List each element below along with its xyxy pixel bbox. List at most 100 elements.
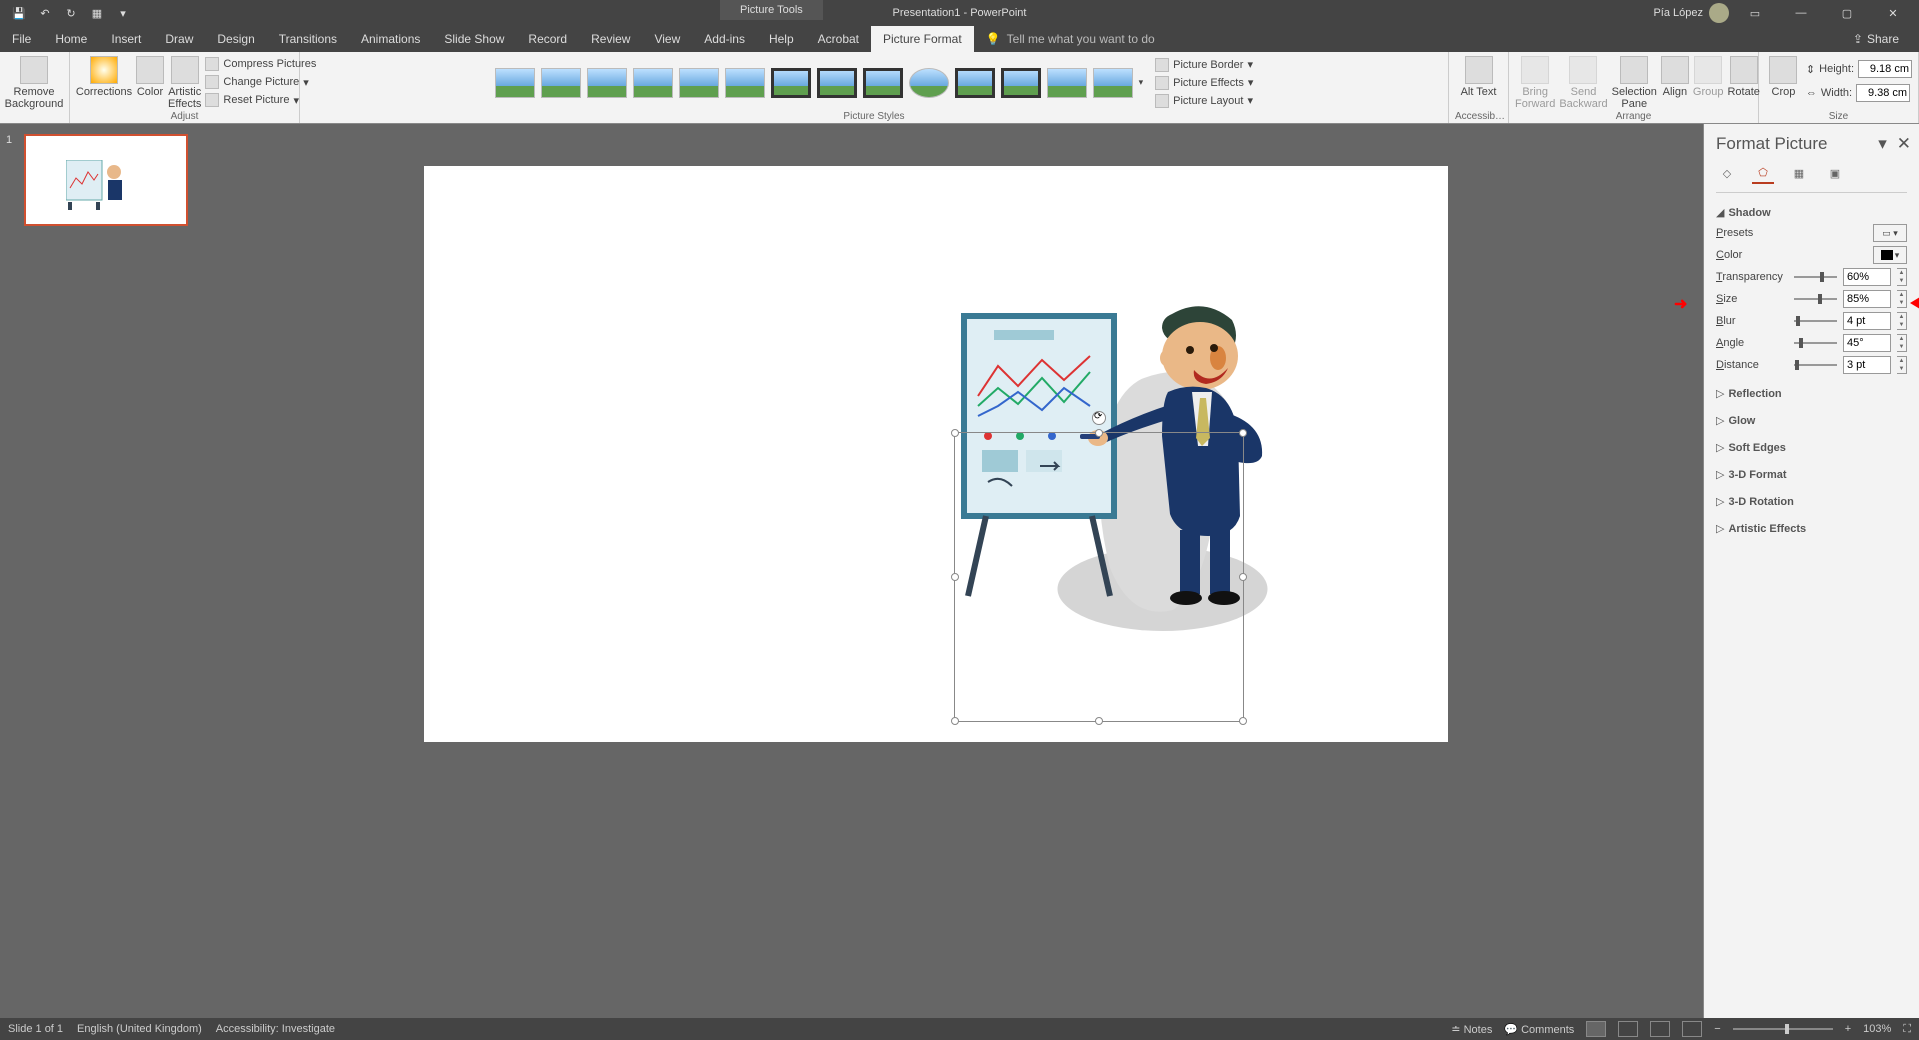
- zoom-slider[interactable]: [1733, 1028, 1833, 1030]
- redo-icon[interactable]: ↻: [60, 2, 82, 24]
- remove-background-button[interactable]: Remove Background: [6, 54, 62, 110]
- language-indicator[interactable]: English (United Kingdom): [77, 1023, 202, 1035]
- picture-style-14[interactable]: [1093, 68, 1133, 98]
- picture-style-4[interactable]: [633, 68, 673, 98]
- slide-indicator[interactable]: Slide 1 of 1: [8, 1023, 63, 1035]
- picture-effects-button[interactable]: Picture Effects ▾: [1155, 75, 1253, 91]
- shadow-color-dropdown[interactable]: ▾: [1873, 246, 1907, 264]
- handle-tl[interactable]: [951, 429, 959, 437]
- qat-more-icon[interactable]: ▾: [112, 2, 134, 24]
- artistic-effects-section-header[interactable]: ▷ Artistic Effects: [1716, 519, 1907, 538]
- handle-ml[interactable]: [951, 573, 959, 581]
- tab-animations[interactable]: Animations: [349, 26, 432, 52]
- user-avatar[interactable]: [1709, 3, 1729, 23]
- rotate-handle[interactable]: [1092, 411, 1106, 425]
- slide-thumbnail-1[interactable]: [24, 134, 188, 226]
- glow-section-header[interactable]: ▷ Glow: [1716, 411, 1907, 430]
- slide[interactable]: [424, 166, 1448, 742]
- handle-bc[interactable]: [1095, 717, 1103, 725]
- size-input[interactable]: [1843, 290, 1891, 308]
- crop-button[interactable]: Crop: [1765, 54, 1802, 98]
- styles-more-button[interactable]: ▾: [1139, 77, 1144, 88]
- size-spinner[interactable]: ▲▼: [1897, 290, 1907, 308]
- tab-home[interactable]: Home: [43, 26, 99, 52]
- zoom-out-button[interactable]: −: [1714, 1023, 1720, 1035]
- size-properties-tab-icon[interactable]: ▦: [1788, 162, 1810, 184]
- slideshow-view-button[interactable]: [1682, 1021, 1702, 1037]
- transparency-input[interactable]: [1843, 268, 1891, 286]
- close-icon[interactable]: ✕: [1873, 1, 1913, 25]
- tab-picture-format[interactable]: Picture Format: [871, 26, 974, 52]
- picture-style-11[interactable]: [955, 68, 995, 98]
- slide-thumbnail-panel[interactable]: 1: [0, 124, 200, 1018]
- send-backward-button[interactable]: Send Backward: [1559, 54, 1607, 110]
- distance-slider[interactable]: [1794, 364, 1837, 366]
- handle-tc[interactable]: [1095, 429, 1103, 437]
- picture-layout-button[interactable]: Picture Layout ▾: [1155, 93, 1253, 109]
- picture-style-12[interactable]: [1001, 68, 1041, 98]
- picture-style-8[interactable]: [817, 68, 857, 98]
- fill-line-tab-icon[interactable]: ◇: [1716, 162, 1738, 184]
- user-name[interactable]: Pía López: [1653, 7, 1703, 19]
- selection-rectangle[interactable]: [954, 432, 1244, 722]
- 3d-rotation-section-header[interactable]: ▷ 3-D Rotation: [1716, 492, 1907, 511]
- tab-slide-show[interactable]: Slide Show: [432, 26, 516, 52]
- ribbon-display-options-icon[interactable]: ▭: [1735, 1, 1775, 25]
- angle-slider[interactable]: [1794, 342, 1837, 344]
- 3d-format-section-header[interactable]: ▷ 3-D Format: [1716, 465, 1907, 484]
- tab-review[interactable]: Review: [579, 26, 642, 52]
- angle-spinner[interactable]: ▲▼: [1897, 334, 1907, 352]
- blur-input[interactable]: [1843, 312, 1891, 330]
- zoom-level[interactable]: 103%: [1863, 1023, 1891, 1035]
- normal-view-button[interactable]: [1586, 1021, 1606, 1037]
- accessibility-indicator[interactable]: Accessibility: Investigate: [216, 1023, 335, 1035]
- picture-style-6[interactable]: [725, 68, 765, 98]
- tab-insert[interactable]: Insert: [99, 26, 153, 52]
- picture-style-9[interactable]: [863, 68, 903, 98]
- tab-view[interactable]: View: [642, 26, 692, 52]
- picture-style-10[interactable]: [909, 68, 949, 98]
- handle-tr[interactable]: [1239, 429, 1247, 437]
- tab-add-ins[interactable]: Add-ins: [692, 26, 757, 52]
- slide-canvas-area[interactable]: [200, 124, 1703, 1018]
- presets-dropdown[interactable]: ▭ ▾: [1873, 224, 1907, 242]
- picture-style-5[interactable]: [679, 68, 719, 98]
- comments-button[interactable]: 💬 Comments: [1504, 1023, 1574, 1036]
- tab-file[interactable]: File: [0, 26, 43, 52]
- pane-close-icon[interactable]: ✕: [1897, 134, 1911, 154]
- corrections-button[interactable]: Corrections: [76, 54, 132, 98]
- tab-transitions[interactable]: Transitions: [267, 26, 349, 52]
- color-button[interactable]: Color: [136, 54, 164, 98]
- share-button[interactable]: ⇪ Share: [1853, 26, 1919, 52]
- artistic-effects-button[interactable]: Artistic Effects: [168, 54, 201, 110]
- picture-style-1[interactable]: [495, 68, 535, 98]
- bring-forward-button[interactable]: Bring Forward: [1515, 54, 1555, 110]
- picture-style-3[interactable]: [587, 68, 627, 98]
- fit-to-window-button[interactable]: ⛶: [1903, 1023, 1911, 1036]
- undo-icon[interactable]: ↶: [34, 2, 56, 24]
- slide-sorter-view-button[interactable]: [1618, 1021, 1638, 1037]
- rotate-button[interactable]: Rotate: [1727, 54, 1759, 98]
- picture-style-2[interactable]: [541, 68, 581, 98]
- blur-spinner[interactable]: ▲▼: [1897, 312, 1907, 330]
- transparency-slider[interactable]: [1794, 276, 1837, 278]
- tab-draw[interactable]: Draw: [153, 26, 205, 52]
- handle-bl[interactable]: [951, 717, 959, 725]
- picture-tab-icon[interactable]: ▣: [1824, 162, 1846, 184]
- reflection-section-header[interactable]: ▷ Reflection: [1716, 384, 1907, 403]
- save-icon[interactable]: 💾: [8, 2, 30, 24]
- handle-mr[interactable]: [1239, 573, 1247, 581]
- tab-record[interactable]: Record: [516, 26, 579, 52]
- tab-acrobat[interactable]: Acrobat: [806, 26, 871, 52]
- picture-style-7[interactable]: [771, 68, 811, 98]
- tab-design[interactable]: Design: [205, 26, 266, 52]
- start-from-beginning-icon[interactable]: ▦: [86, 2, 108, 24]
- pane-options-icon[interactable]: ▾: [1878, 134, 1887, 154]
- transparency-spinner[interactable]: ▲▼: [1897, 268, 1907, 286]
- minimize-icon[interactable]: —: [1781, 1, 1821, 25]
- width-input[interactable]: [1856, 84, 1910, 102]
- effects-tab-icon[interactable]: ⬠: [1752, 162, 1774, 184]
- distance-spinner[interactable]: ▲▼: [1897, 356, 1907, 374]
- handle-br[interactable]: [1239, 717, 1247, 725]
- picture-style-13[interactable]: [1047, 68, 1087, 98]
